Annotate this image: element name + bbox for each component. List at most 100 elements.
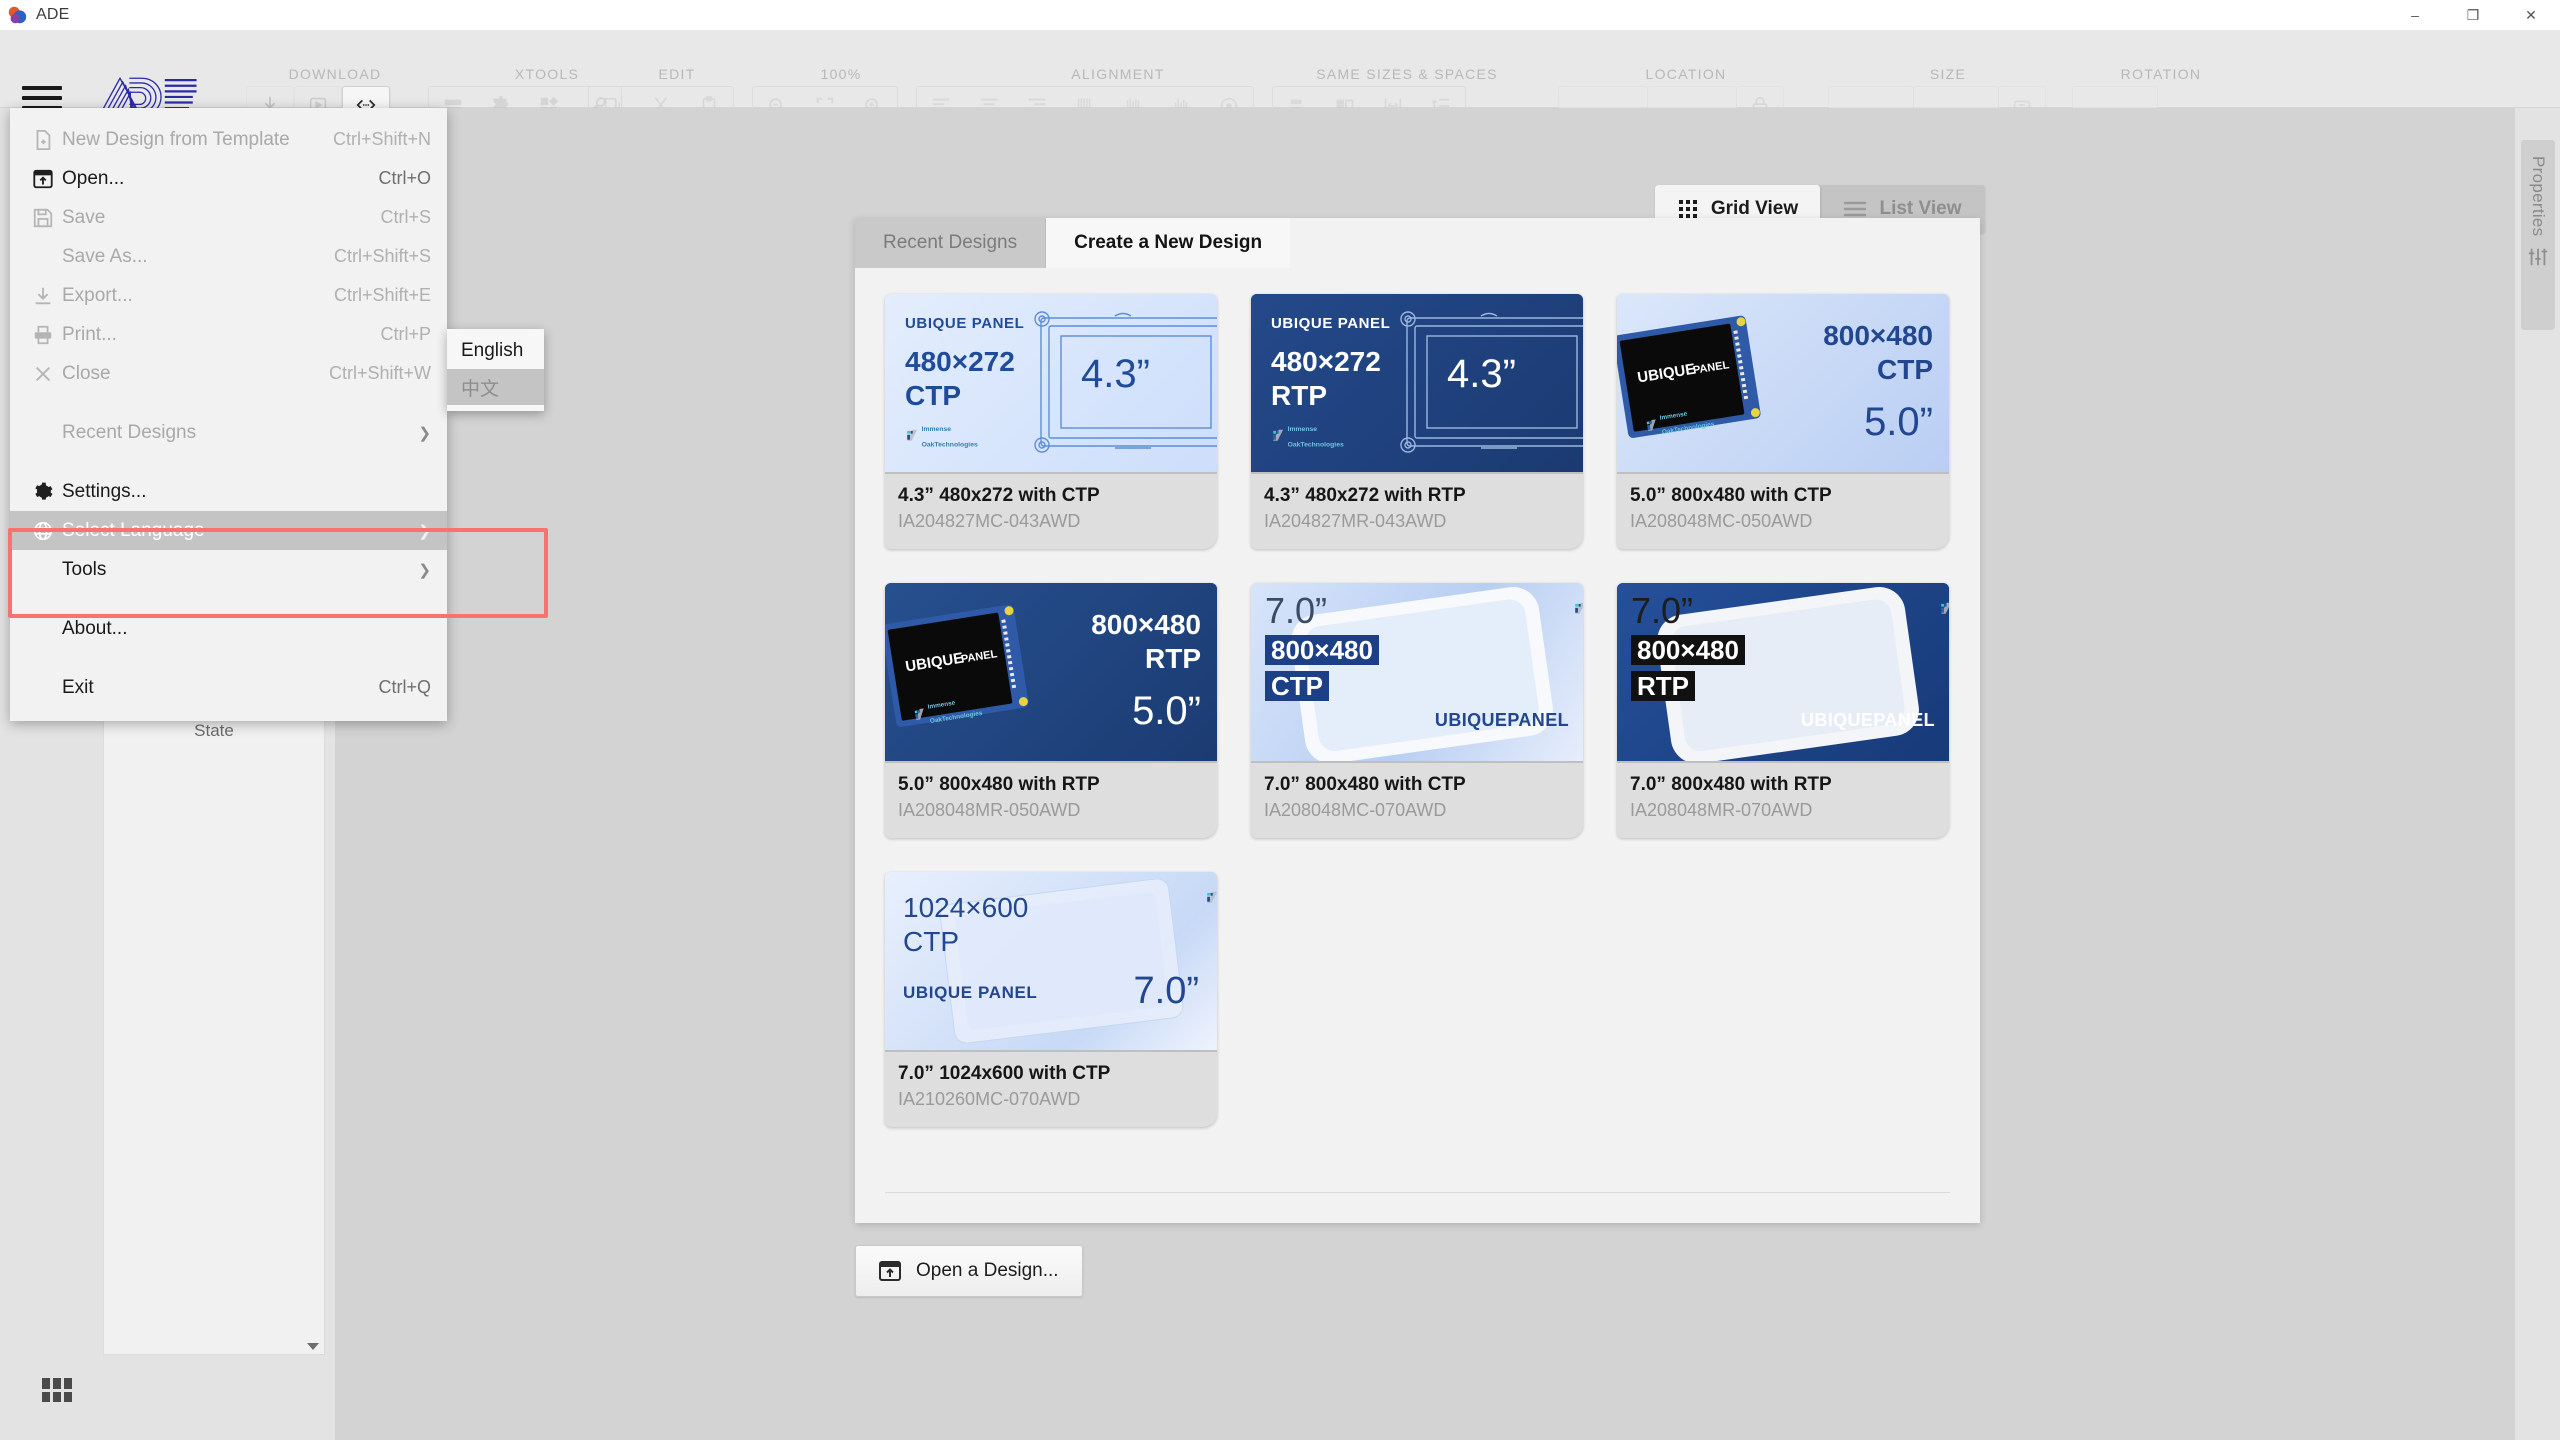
template-tile-sku: IA208048MC-070AWD — [1264, 800, 1447, 820]
tile-size-inches: 5.0” — [1864, 400, 1933, 444]
menu-item-select-language[interactable]: Select Language ❯ — [10, 511, 447, 550]
properties-tab[interactable]: Properties — [2521, 140, 2555, 330]
tile-resolution: 480×272 — [1271, 346, 1381, 377]
grid-apps-icon[interactable] — [42, 1378, 72, 1402]
ribbon-group-label: EDIT — [658, 66, 696, 82]
menu-item-about[interactable]: About... — [10, 609, 447, 648]
menu-item-shortcut: Ctrl+P — [380, 324, 431, 344]
template-tile[interactable]: 7.0” 800×480 CTP UBIQUEPANEL Immense OakTech… — [1251, 583, 1583, 838]
menu-item-label: Select Language — [62, 519, 205, 541]
tile-touch-tech: CTP — [1265, 671, 1329, 701]
menu-item-save-as: Save As... Ctrl+Shift+S — [10, 237, 447, 276]
ribbon-group-label: LOCATION — [1645, 66, 1727, 82]
panel-photo: UBIQUEPANEL — [885, 604, 1029, 727]
open-a-design-button[interactable]: Open a Design... — [855, 1245, 1083, 1297]
open-a-design-label: Open a Design... — [916, 1260, 1059, 1281]
oak-logo-line2: Technologies — [1300, 440, 1344, 449]
template-tile-meta: 4.3” 480x272 with RTP IA204827MR-043AWD — [1251, 474, 1583, 549]
open-folder-icon — [32, 168, 62, 190]
open-folder-icon — [879, 1261, 901, 1281]
menu-separator — [10, 648, 447, 668]
template-tile-title: 7.0” 800x480 with CTP — [1264, 774, 1466, 795]
widget-label-line2: State — [194, 721, 234, 740]
language-option-chinese[interactable]: 中文 — [447, 369, 544, 405]
template-tile-title: 4.3” 480x272 with CTP — [898, 485, 1100, 506]
app-root: ADE – ❐ ✕ DOWNLOAD XTOOLS EDIT 100% ALIG… — [0, 0, 2560, 1440]
immense-oak-logo: Immense OakTechnologies — [1939, 593, 1949, 624]
tile-brand: UBIQUE PANEL — [1271, 315, 1391, 332]
template-tile-title: 7.0” 800x480 with RTP — [1630, 774, 1832, 795]
template-tile-sku: IA204827MC-043AWD — [898, 511, 1081, 531]
immense-oak-logo: Immense OakTechnologies — [1271, 420, 1349, 451]
ribbon-group-label: SAME SIZES & SPACES — [1316, 66, 1498, 82]
print-icon — [32, 324, 62, 346]
menu-item-label: Open... — [62, 167, 125, 189]
template-tile-image: 1024×600CTP UBIQUE PANEL 7.0” Immense OakTe… — [885, 872, 1217, 1052]
menu-item-tools[interactable]: Tools ❯ — [10, 550, 447, 589]
tile-touch-tech: RTP — [1271, 380, 1327, 411]
title-bar: ADE – ❐ ✕ — [0, 0, 2560, 30]
template-tile-sku: IA210260MC-070AWD — [898, 1089, 1081, 1109]
template-tile-image: UBIQUE PANEL Immense OakTechnologies 800×48… — [1617, 294, 1949, 474]
menu-item-settings[interactable]: Settings... — [10, 472, 447, 511]
template-tile-title: 5.0” 800x480 with CTP — [1630, 485, 1832, 506]
template-tile-sku: IA204827MR-043AWD — [1264, 511, 1447, 531]
menu-item-exit[interactable]: Exit Ctrl+Q — [10, 668, 447, 707]
template-tile-meta: 4.3” 480x272 with CTP IA204827MC-043AWD — [885, 474, 1217, 549]
tile-resolution: 1024×600 — [903, 892, 1029, 923]
template-tile[interactable]: UBIQUE PANEL Immense OakTechnologies 800×48… — [1617, 294, 1949, 549]
tile-brand: UBIQUEPANEL — [1800, 710, 1935, 730]
tile-size-inches: 5.0” — [1132, 689, 1201, 733]
chevron-right-icon: ❯ — [418, 522, 431, 540]
template-tile[interactable]: 1024×600CTP UBIQUE PANEL 7.0” Immense OakTe… — [885, 872, 1217, 1127]
oak-logo-line2: Technologies — [934, 440, 978, 449]
menu-item-open[interactable]: Open... Ctrl+O — [10, 159, 447, 198]
ribbon-toolbar: DOWNLOAD XTOOLS EDIT 100% ALIGNMENT SAME… — [0, 30, 2560, 126]
template-tile-sku: IA208048MR-070AWD — [1630, 800, 1813, 820]
ribbon-group-label: SIZE — [1929, 66, 1967, 82]
widget-list-scroll-down[interactable] — [307, 1343, 319, 1350]
menu-item-export: Export... Ctrl+Shift+E — [10, 276, 447, 315]
panel-photo: UBIQUEPANEL — [1617, 315, 1761, 438]
template-tile-meta: 5.0” 800x480 with CTP IA208048MC-050AWD — [1617, 474, 1949, 549]
language-option-english[interactable]: English — [447, 333, 544, 369]
menu-item-label: About... — [62, 617, 128, 639]
template-tile-meta: 7.0” 800x480 with RTP IA208048MR-070AWD — [1617, 763, 1949, 838]
menu-separator — [10, 452, 447, 472]
tile-touch-tech: RTP — [1631, 671, 1695, 701]
list-view-label: List View — [1879, 198, 1962, 219]
minimize-button[interactable]: – — [2386, 0, 2444, 30]
template-tile-image: 7.0” 800×480 CTP UBIQUEPANEL Immense OakTech… — [1251, 583, 1583, 763]
tile-brand: UBIQUEPANEL — [1434, 710, 1569, 730]
tile-brand: UBIQUE PANEL — [905, 315, 1025, 332]
menu-item-shortcut: Ctrl+Shift+W — [328, 363, 431, 383]
tab-create-new-design[interactable]: Create a New Design — [1046, 218, 1291, 268]
start-page-panel: Recent Designs Create a New Design UBIQU… — [855, 218, 1980, 1223]
template-tile[interactable]: UBIQUE PANEL 480×272 RTP 4.3” Immense OakTec… — [1251, 294, 1583, 549]
language-submenu: English 中文 — [447, 329, 544, 411]
menu-item-label: New Design from Template — [62, 128, 290, 150]
start-page-tabs: Recent Designs Create a New Design — [855, 218, 1291, 268]
tile-resolution: 800×480 — [1091, 609, 1201, 640]
menu-separator — [10, 393, 447, 413]
restore-button[interactable]: ❐ — [2444, 0, 2502, 30]
menu-item-shortcut: Ctrl+O — [378, 168, 431, 188]
ribbon-group-label: DOWNLOAD — [288, 66, 382, 82]
template-tile[interactable]: UBIQUE PANEL 480×272 CTP 4.3” Immense OakTec… — [885, 294, 1217, 549]
template-tile-meta: 7.0” 1024x600 with CTP IA210260MC-070AWD — [885, 1052, 1217, 1127]
properties-rail: Properties — [2515, 108, 2560, 1440]
tab-recent-designs[interactable]: Recent Designs — [855, 218, 1047, 268]
template-tile-image: 7.0” 800×480 RTP UBIQUEPANEL Immense OakTech… — [1617, 583, 1949, 763]
template-tile[interactable]: 7.0” 800×480 RTP UBIQUEPANEL Immense OakTech… — [1617, 583, 1949, 838]
ade-app-icon — [8, 6, 27, 24]
tile-resolution: 800×480 — [1631, 635, 1745, 665]
tile-size-inches: 7.0” — [1631, 590, 1694, 631]
tile-resolution: 480×272 — [905, 346, 1015, 377]
template-tile-title: 5.0” 800x480 with RTP — [898, 774, 1100, 795]
menu-item-label: Save As... — [62, 245, 148, 267]
tile-touch-tech: CTP — [1877, 354, 1933, 385]
template-tile[interactable]: UBIQUE PANEL Immense OakTechnologies 800×48… — [885, 583, 1217, 838]
tile-touch-tech: RTP — [1145, 643, 1201, 674]
export-icon — [32, 285, 62, 307]
close-button[interactable]: ✕ — [2502, 0, 2560, 30]
